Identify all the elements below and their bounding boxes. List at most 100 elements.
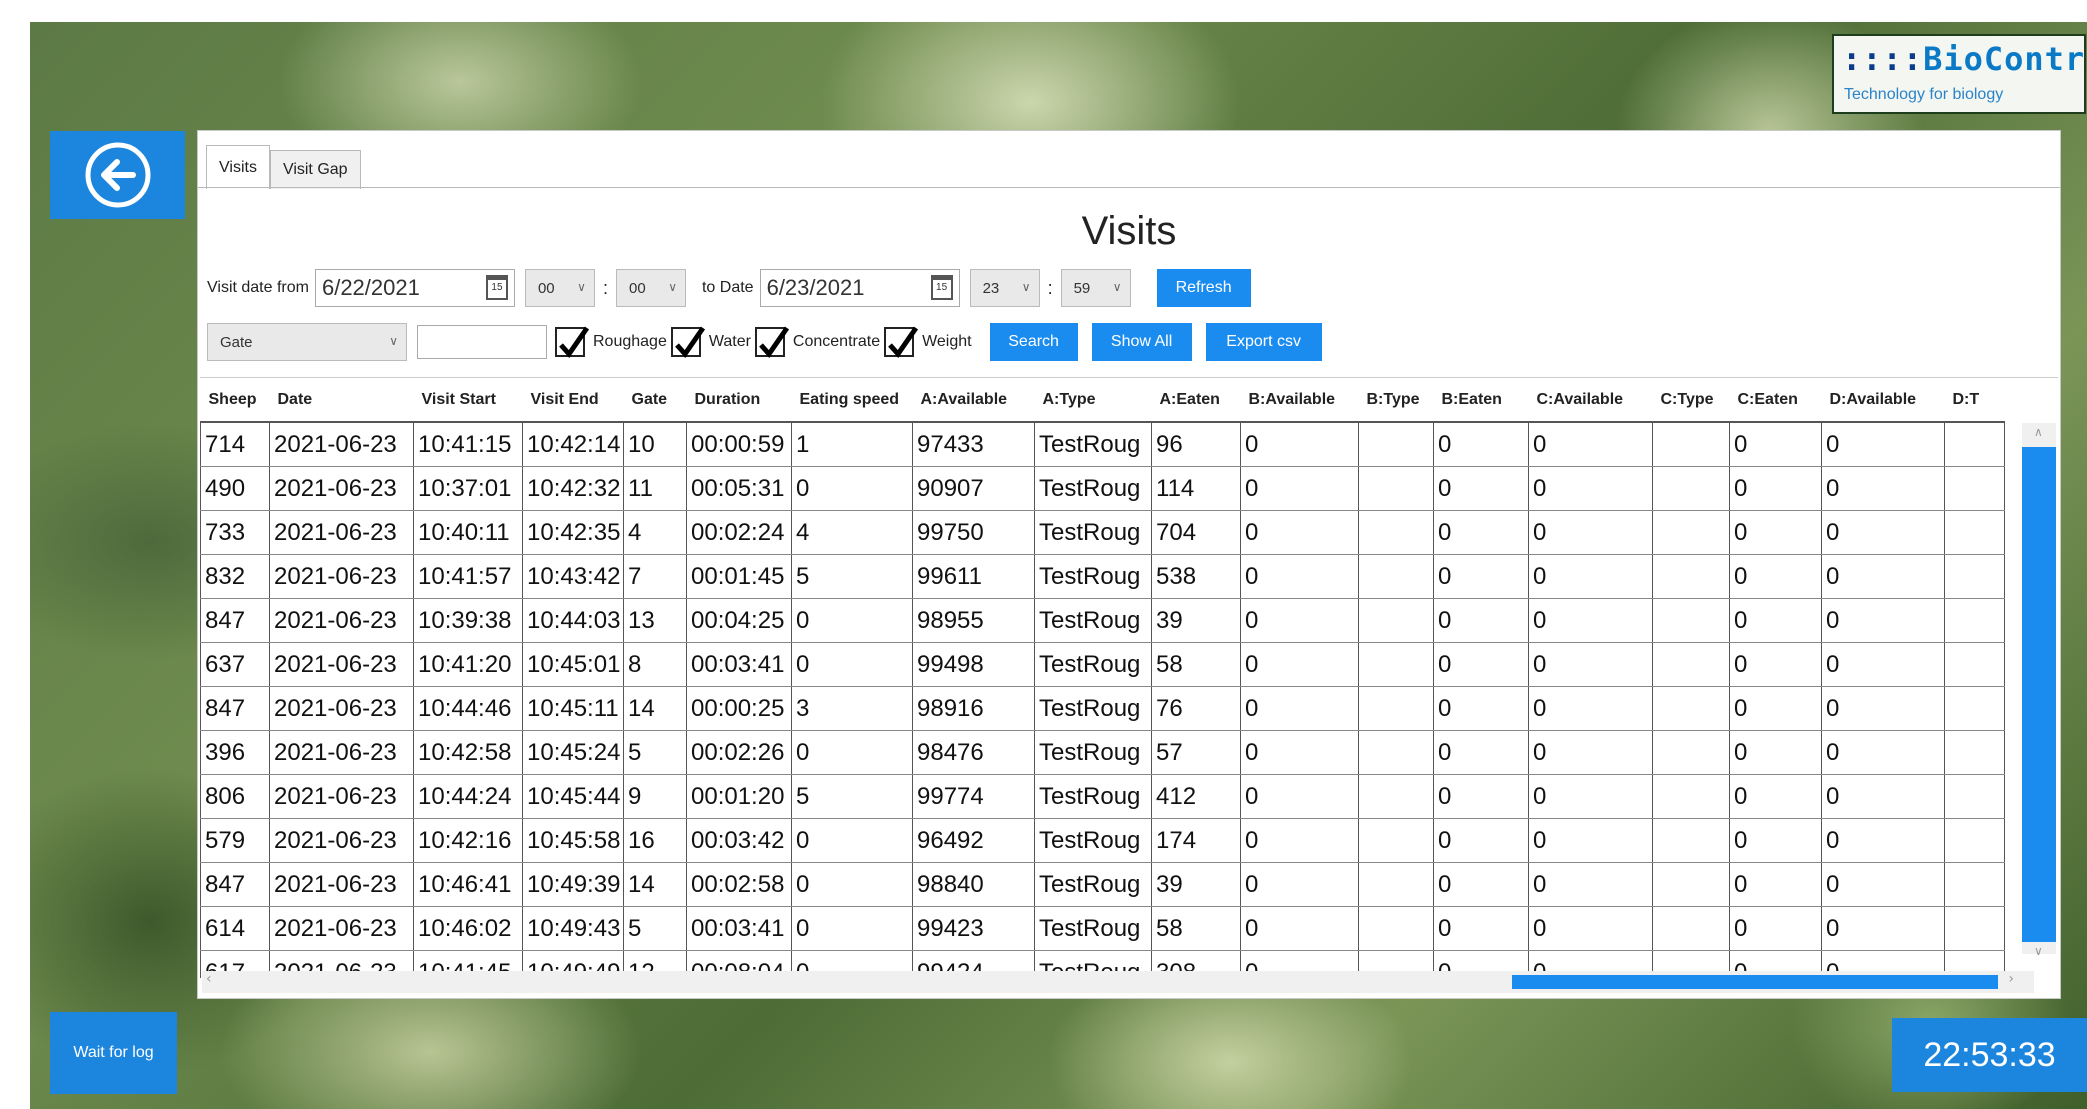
table-cell: 00:02:24 — [686, 510, 792, 555]
column-header[interactable]: Visit Start — [413, 378, 523, 423]
table-row[interactable]: 847 2021-06-23 10:39:38 10:44:03 13 00:04:25 0… — [200, 598, 2005, 643]
table-cell: 847 — [200, 686, 270, 731]
table-row[interactable]: 637 2021-06-23 10:41:20 10:45:01 8 00:03:41 0 9… — [200, 642, 2005, 687]
column-header[interactable]: A:Available — [912, 378, 1035, 423]
table-row[interactable]: 714 2021-06-23 10:41:15 10:42:14 10 00:00:59 1… — [200, 422, 2005, 467]
table-cell: 2021-06-23 — [269, 862, 414, 907]
table-cell: 10:41:20 — [413, 642, 523, 687]
weight-checkbox[interactable] — [884, 326, 919, 359]
column-header[interactable]: C:Eaten — [1729, 378, 1822, 423]
wait-for-log-button[interactable]: Wait for log — [50, 1012, 177, 1094]
roughage-checkbox[interactable] — [555, 326, 589, 359]
vertical-scroll-thumb[interactable] — [2022, 447, 2056, 942]
table-row[interactable]: 832 2021-06-23 10:41:57 10:43:42 7 00:01:45 5 9… — [200, 554, 2005, 599]
table-cell: 11 — [623, 466, 687, 511]
to-date-picker[interactable]: 6/23/2021 15 — [759, 269, 960, 307]
chevron-down-icon[interactable]: ∨ — [2034, 944, 2043, 958]
table-cell: TestRoug — [1034, 510, 1152, 555]
table-cell: 16 — [623, 818, 687, 863]
table-cell: TestRoug — [1034, 598, 1152, 643]
table-cell — [1944, 422, 2005, 467]
column-header[interactable]: C:Available — [1528, 378, 1653, 423]
table-cell: 0 — [1821, 818, 1945, 863]
table-cell: 99750 — [912, 510, 1035, 555]
column-header[interactable]: B:Eaten — [1433, 378, 1529, 423]
checkmark-icon — [559, 326, 589, 359]
table-row[interactable]: 396 2021-06-23 10:42:58 10:45:24 5 00:02:26 0 9… — [200, 730, 2005, 775]
table-cell: 0 — [1528, 598, 1653, 643]
table-cell: 0 — [1821, 422, 1945, 467]
table-row[interactable]: 614 2021-06-23 10:46:02 10:49:43 5 00:03:41 0 9… — [200, 906, 2005, 951]
table-cell: TestRoug — [1034, 686, 1152, 731]
tab-visit-gap[interactable]: Visit Gap — [269, 150, 361, 189]
table-row[interactable]: 733 2021-06-23 10:40:11 10:42:35 4 00:02:24 4 9… — [200, 510, 2005, 555]
table-cell: 538 — [1151, 554, 1241, 599]
checkmark-icon — [888, 326, 919, 359]
column-header[interactable]: Sheep — [200, 378, 270, 423]
column-header[interactable]: B:Available — [1240, 378, 1359, 423]
table-cell: 2021-06-23 — [269, 422, 414, 467]
to-hour-select[interactable]: 23 ∨ — [969, 269, 1040, 307]
chevron-left-icon[interactable]: ‹ — [206, 971, 212, 987]
from-date-value: 6/22/2021 — [321, 275, 420, 300]
calendar-icon[interactable]: 15 — [485, 275, 508, 300]
table-cell — [1652, 774, 1730, 819]
horizontal-scroll-thumb[interactable] — [1512, 975, 1998, 989]
chevron-up-icon[interactable]: ∧ — [2034, 425, 2043, 439]
back-button[interactable] — [50, 131, 185, 219]
table-row[interactable]: 579 2021-06-23 10:42:16 10:45:58 16 00:03:42 0… — [200, 818, 2005, 863]
table-cell: TestRoug — [1034, 906, 1152, 951]
from-label: Visit date from — [207, 279, 309, 296]
column-header[interactable]: B:Type — [1358, 378, 1434, 423]
from-hour-select[interactable]: 00 ∨ — [524, 269, 595, 307]
from-minute-select[interactable]: 00 ∨ — [615, 269, 686, 307]
column-header[interactable]: Date — [269, 378, 414, 423]
to-minute-select[interactable]: 59 ∨ — [1060, 269, 1131, 307]
weight-label: Weight — [922, 333, 972, 350]
table-cell: 0 — [1528, 510, 1653, 555]
time-separator: : — [602, 277, 608, 298]
column-header[interactable]: D:T — [1944, 378, 2005, 423]
tab-visits[interactable]: Visits — [206, 145, 270, 189]
field-select[interactable]: Gate ∨ — [207, 323, 407, 361]
column-header[interactable]: A:Eaten — [1151, 378, 1241, 423]
show-all-button[interactable]: Show All — [1091, 323, 1192, 361]
table-cell: 0 — [1729, 466, 1822, 511]
column-header[interactable]: Gate — [623, 378, 687, 423]
column-header[interactable]: Visit End — [522, 378, 624, 423]
tab-bar: Visits Visit Gap — [206, 145, 361, 189]
column-header[interactable]: Eating speed — [791, 378, 913, 423]
table-cell: 97433 — [912, 422, 1035, 467]
concentrate-checkbox[interactable] — [754, 326, 789, 359]
table-cell: 0 — [1821, 598, 1945, 643]
table-cell: 0 — [1433, 598, 1529, 643]
column-header[interactable]: D:Available — [1821, 378, 1945, 423]
calendar-icon[interactable]: 15 — [930, 275, 953, 300]
vertical-scrollbar[interactable]: ∧ ∨ — [2022, 423, 2056, 958]
table-cell: 99611 — [912, 554, 1035, 599]
table-cell: 0 — [1729, 422, 1822, 467]
search-input[interactable] — [417, 325, 547, 359]
table-cell: 10:44:03 — [522, 598, 624, 643]
table-cell: 0 — [1729, 862, 1822, 907]
search-button[interactable]: Search — [989, 323, 1078, 361]
column-header[interactable]: C:Type — [1652, 378, 1730, 423]
table-row[interactable]: 847 2021-06-23 10:46:41 10:49:39 14 00:02:58 0… — [200, 862, 2005, 907]
table-cell — [1358, 862, 1434, 907]
column-header[interactable]: Duration — [686, 378, 792, 423]
table-cell: 96492 — [912, 818, 1035, 863]
horizontal-scrollbar[interactable]: ‹ › — [202, 971, 2034, 993]
column-header[interactable]: A:Type — [1034, 378, 1152, 423]
from-date-picker[interactable]: 6/22/2021 15 — [314, 269, 515, 307]
chevron-right-icon[interactable]: › — [2008, 971, 2014, 987]
table-cell: 0 — [1240, 862, 1359, 907]
refresh-button[interactable]: Refresh — [1156, 269, 1251, 307]
table-cell: 00:05:31 — [686, 466, 792, 511]
table-row[interactable]: 847 2021-06-23 10:44:46 10:45:11 14 00:00:25 3… — [200, 686, 2005, 731]
table-row[interactable]: 490 2021-06-23 10:37:01 10:42:32 11 00:05:31 0… — [200, 466, 2005, 511]
export-csv-button[interactable]: Export csv — [1205, 323, 1322, 361]
table-row[interactable]: 806 2021-06-23 10:44:24 10:45:44 9 00:01:20 5 9… — [200, 774, 2005, 819]
water-checkbox[interactable] — [670, 326, 705, 359]
table-cell: 2021-06-23 — [269, 642, 414, 687]
table-cell: 9 — [623, 774, 687, 819]
